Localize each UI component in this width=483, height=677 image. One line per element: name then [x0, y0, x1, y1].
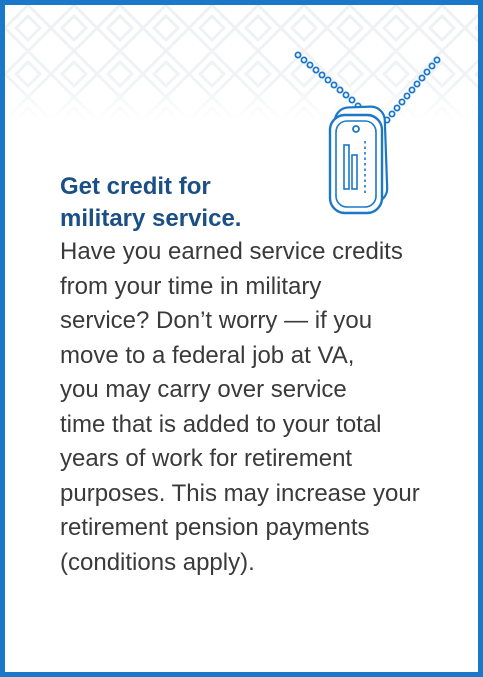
heading: Get credit for military service. — [60, 171, 475, 235]
body-line: you may carry over service — [60, 376, 347, 403]
body-line: purposes. This may increase your — [60, 479, 420, 507]
body-line: move to a federal job at VA, — [60, 341, 355, 369]
body-line: service? Don’t worry — if you — [60, 307, 373, 334]
body-line: (conditions apply). — [60, 548, 255, 576]
body-line: Have you earned service credits — [60, 238, 403, 265]
body-line: time that is added to your total — [60, 410, 382, 438]
content: Get credit for military service. Have yo… — [60, 171, 475, 580]
heading-line: military service. — [60, 205, 242, 232]
body-line: retirement pension payments — [60, 514, 370, 541]
military-credit-card: Get credit for military service. Have yo… — [0, 0, 483, 677]
body-paragraph: Have you earned service credits from you… — [60, 235, 475, 580]
body-line: years of work for retirement — [60, 445, 353, 472]
body-line: from your time in military — [60, 272, 322, 300]
heading-line: Get credit for — [60, 173, 211, 200]
